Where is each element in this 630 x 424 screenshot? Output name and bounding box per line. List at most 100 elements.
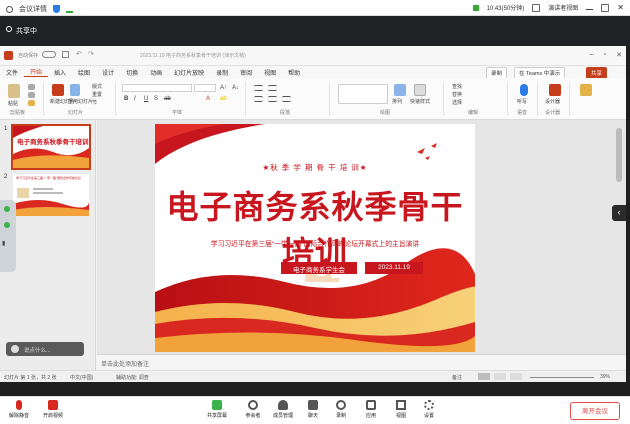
font-name-field[interactable] [122,84,192,92]
tab-file[interactable]: 文件 [0,68,24,77]
share-screen-button[interactable]: 共享屏幕 [204,400,230,419]
redo-icon[interactable]: ↷ [88,50,94,58]
quick-styles-label[interactable]: 快速样式 [410,98,430,105]
dictate-label[interactable]: 听写 [517,98,527,105]
replace-button[interactable]: 替换 [452,91,462,98]
vertical-scrollbar[interactable] [616,128,622,182]
align-right-icon[interactable] [282,96,291,102]
tab-insert[interactable]: 插入 [48,68,72,77]
tab-view[interactable]: 视图 [258,68,282,77]
arrange-label[interactable]: 排列 [392,98,402,105]
language-status[interactable]: 中文(中国) [70,374,93,381]
designer-label[interactable]: 设计器 [545,98,560,105]
paste-icon[interactable] [8,84,20,98]
save-icon[interactable] [62,51,69,58]
info-icon[interactable] [6,5,13,13]
autosave-toggle[interactable] [42,51,56,58]
paragraph-group-label: 段落 [280,110,291,116]
tab-help[interactable]: 帮助 [282,68,306,77]
ppt-close-icon[interactable]: ✕ [616,51,622,59]
underline-icon[interactable]: U [144,96,148,102]
highlight-icon[interactable]: ab [220,96,227,102]
undo-icon[interactable]: ↶ [76,50,82,58]
italic-icon[interactable]: I [134,96,136,102]
chat-input-pill[interactable]: 说点什么... [6,342,84,356]
shadow-icon[interactable]: S [154,96,158,102]
slide-title[interactable]: 电子商务系秋季骨干培训 [155,182,475,274]
bold-icon[interactable]: B [124,96,128,102]
minimize-icon[interactable] [586,6,594,10]
view-icon[interactable] [532,3,541,12]
microphone-icon[interactable] [520,84,528,96]
align-center-icon[interactable] [268,96,277,102]
close-icon[interactable]: ✕ [617,3,624,12]
maximize-icon[interactable] [601,3,610,12]
reuse-slides-icon[interactable] [70,84,80,96]
tab-home[interactable]: 开始 [24,67,49,77]
normal-view-icon[interactable] [478,373,490,380]
format-painter-icon[interactable] [28,100,35,106]
record-meeting-button[interactable]: 录制 [328,400,354,419]
members-button[interactable]: 成员管理 [270,400,296,419]
ppt-restore-icon[interactable]: ▫ [604,51,606,59]
tab-draw[interactable]: 绘图 [72,68,96,77]
add-in-icon[interactable] [580,84,592,96]
slide-subtitle[interactable]: ★秋 季 学 期 骨 干 培 训★ [155,162,475,173]
font-color-icon[interactable]: A [206,96,210,102]
autosave-label[interactable]: 自动保存 [18,52,38,59]
view-button[interactable]: 视图 [388,400,414,419]
cut-icon[interactable] [28,84,35,90]
arrange-icon[interactable] [394,84,406,96]
increase-font-icon[interactable]: A↑ [220,85,227,91]
tab-animations[interactable]: 动画 [144,68,168,77]
numbering-icon[interactable] [268,85,277,91]
camera-button[interactable]: 开启视频 [40,400,66,419]
apps-button[interactable]: 应用 [358,400,384,419]
designer-icon[interactable] [549,84,561,96]
strikethrough-icon[interactable]: ab [164,96,171,102]
tab-record[interactable]: 录制 [210,68,234,77]
slide-thumbnail-1[interactable]: 电子商务系秋季骨干培训 [11,124,91,170]
tab-design[interactable]: 设计 [96,68,120,77]
quick-styles-icon[interactable] [414,84,426,96]
meeting-details-label[interactable]: 会议详情 [19,4,47,14]
thumbnail-2-title: 学习习近平在第三届“一带一路”国际合作高峰论坛 [16,176,81,180]
paste-label[interactable]: 粘贴 [8,100,18,107]
layout-button[interactable]: 版式 [92,83,102,90]
font-size-field[interactable] [194,84,216,92]
notes-placeholder[interactable]: 单击此处添加备注 [101,359,149,368]
tab-slideshow[interactable]: 幻灯片放映 [168,68,210,77]
notes-toggle[interactable]: 备注 [452,374,462,381]
floating-indicator-panel[interactable]: ▮ [0,200,16,272]
collapse-panel-icon[interactable]: ‹ [612,205,626,221]
settings-button[interactable]: 设置 [416,400,442,419]
find-button[interactable]: 查找 [452,83,462,90]
chat-button[interactable]: 聊天 [300,400,326,419]
sorter-view-icon[interactable] [494,373,506,380]
shapes-gallery[interactable] [338,84,388,104]
bullets-icon[interactable] [254,85,263,91]
decrease-font-icon[interactable]: A↓ [232,85,239,91]
reuse-slides-label[interactable]: 重用幻灯片 [68,98,93,105]
participants-button[interactable]: 参会者 [240,400,266,419]
copy-icon[interactable] [28,92,35,98]
zoom-level[interactable]: 39% [600,374,610,380]
align-left-icon[interactable] [254,96,263,102]
accessibility-status[interactable]: 辅助功能: 调查 [116,374,149,381]
section-button[interactable]: 节 [92,99,97,106]
mic-button[interactable]: 解除静音 [6,400,32,419]
select-button[interactable]: 选择 [452,99,462,106]
new-slide-icon[interactable] [52,84,64,96]
reading-view-icon[interactable] [510,373,522,380]
leave-meeting-button[interactable]: 离开会议 [570,402,620,420]
slide-tagline[interactable]: 学习习近平在第三届“一带一路”国际合作高峰论坛开幕式上的主旨演讲 [155,238,475,248]
tab-review[interactable]: 审阅 [234,68,258,77]
zoom-slider[interactable] [530,377,594,378]
notes-pane[interactable]: 单击此处添加备注 [97,354,626,370]
slide-thumbnail-2[interactable]: 学习习近平在第三届“一带一路”国际合作高峰论坛 [13,174,89,216]
current-slide[interactable]: ★秋 季 学 期 骨 干 培 训★ 电子商务系秋季骨干培训 学习习近平在第三届“… [155,124,475,352]
reset-button[interactable]: 重置 [92,91,102,98]
speaker-view-button[interactable]: 演讲者视图 [548,3,578,12]
ppt-minimize-icon[interactable]: – [590,51,594,59]
tab-transitions[interactable]: 切换 [120,68,144,77]
